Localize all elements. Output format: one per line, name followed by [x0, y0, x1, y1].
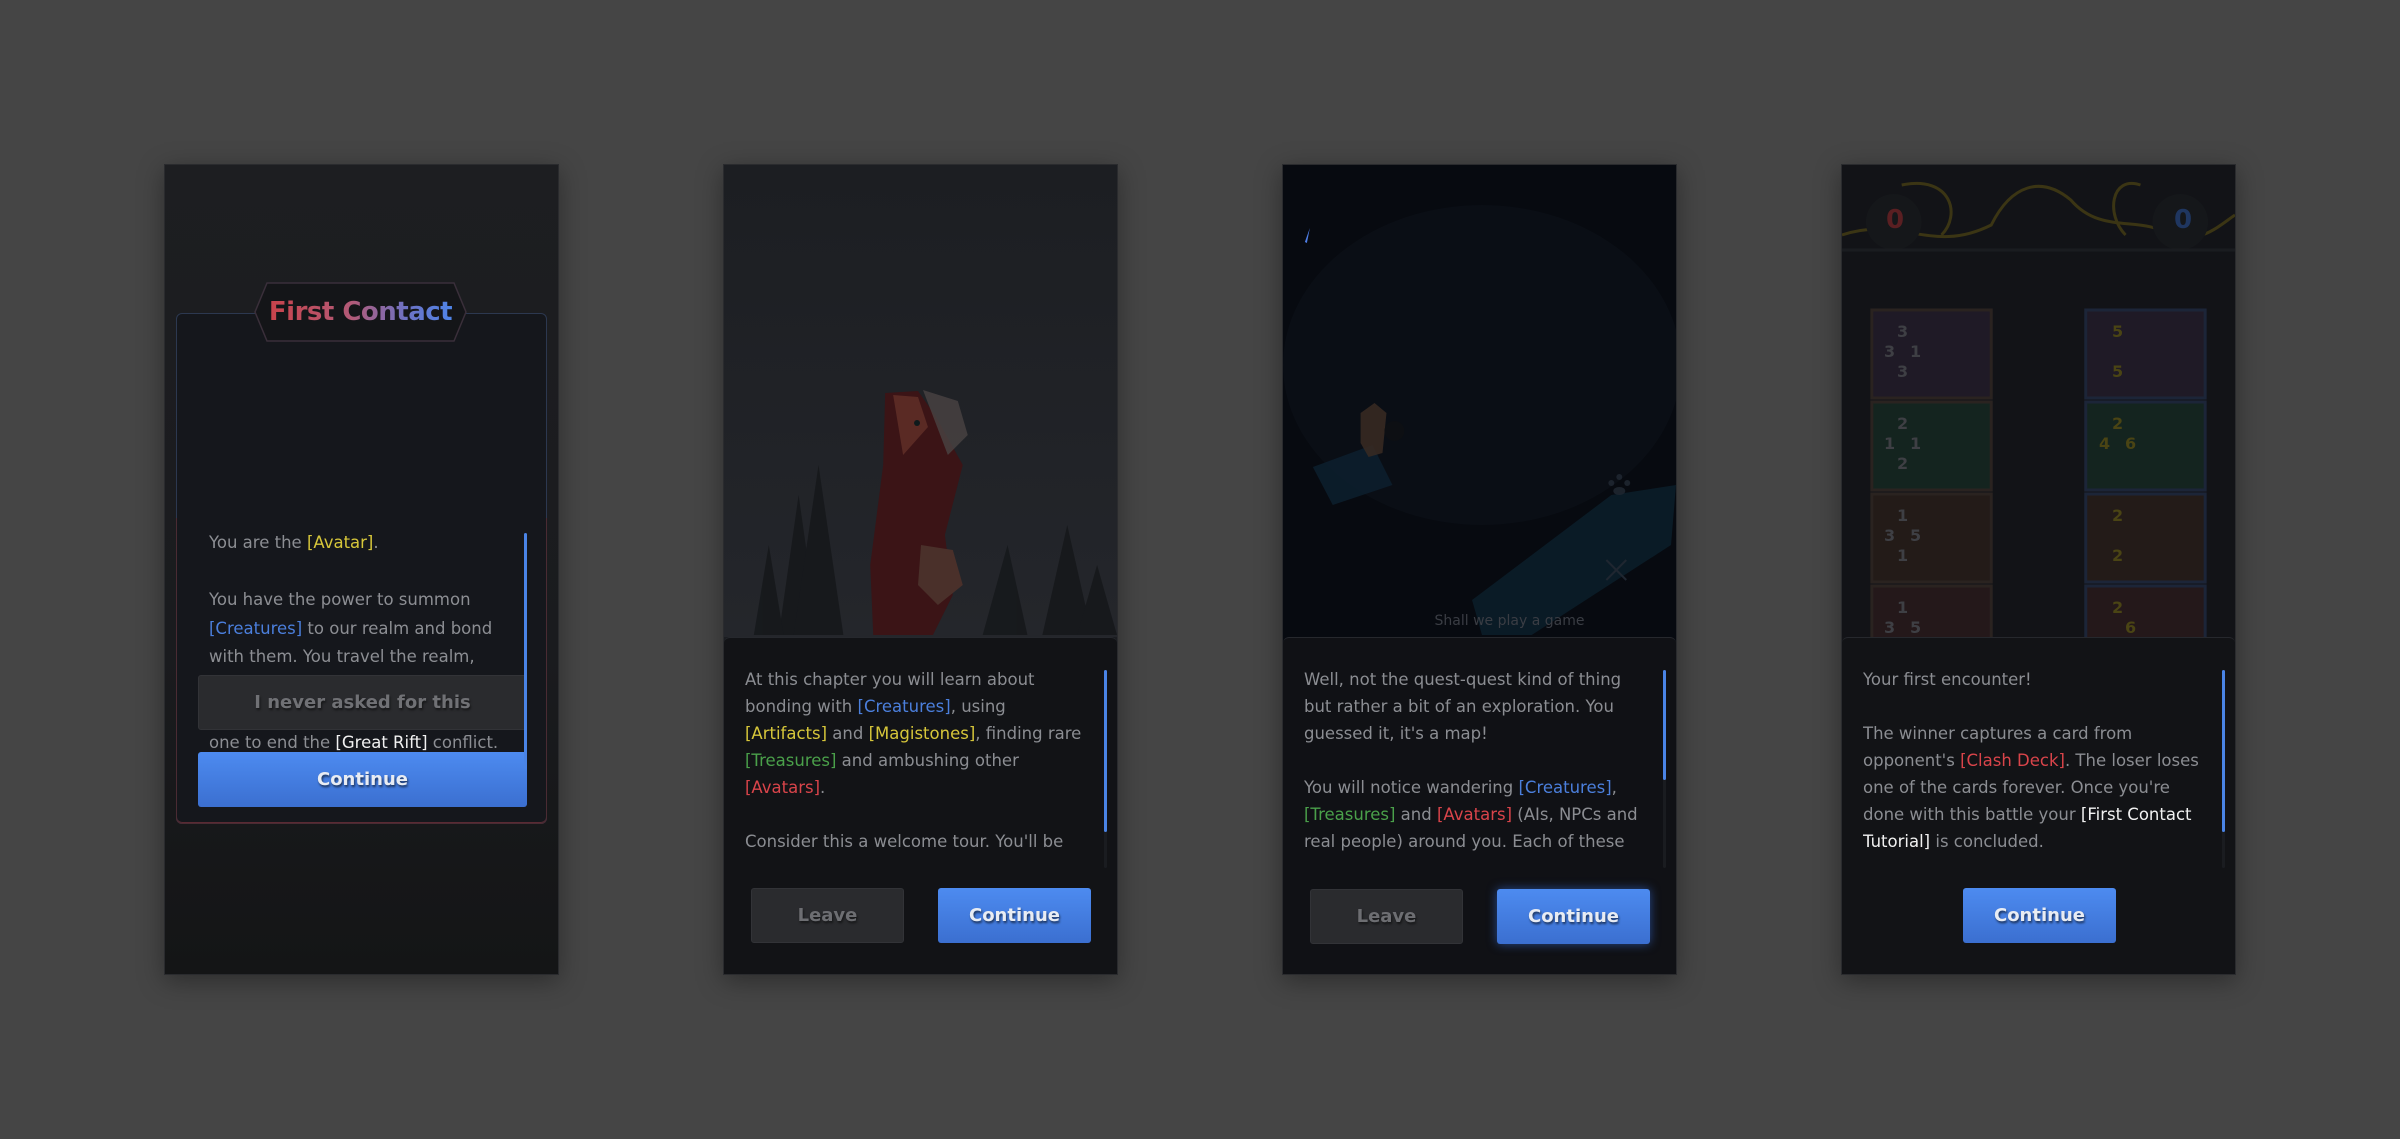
- card-stat-right: 1: [1910, 342, 1922, 361]
- card-stat-left: 3: [1884, 526, 1896, 545]
- right-card[interactable]: [2084, 308, 2207, 400]
- card-stat-bottom: 2: [2112, 546, 2124, 565]
- text-segment: Your first encounter!: [1863, 670, 2032, 689]
- term-link[interactable]: [Creatures]: [209, 619, 302, 638]
- dialog-body[interactable]: Well, not the quest-quest kind of thing …: [1304, 666, 1648, 858]
- right-card[interactable]: [2084, 492, 2207, 584]
- continue-button[interactable]: Continue: [1963, 888, 2116, 943]
- text-segment: conflict.: [427, 732, 499, 752]
- paragraph: Your first encounter!: [1863, 666, 2207, 693]
- score-left: 0: [1886, 205, 1905, 235]
- card-stat-left: 3: [1884, 342, 1896, 361]
- card-stat-right: 6: [2125, 434, 2137, 453]
- text-segment: You have the power to summon: [209, 590, 471, 609]
- continue-button[interactable]: Continue: [1497, 889, 1650, 944]
- card-stat-bottom: 5: [2112, 362, 2124, 381]
- card-stat-top: 2: [2112, 598, 2124, 617]
- scrollbar-thumb[interactable]: [1104, 670, 1107, 832]
- text-segment: and: [1395, 805, 1437, 824]
- card-stat-left: 1: [1884, 434, 1896, 453]
- leave-button[interactable]: Leave: [1310, 889, 1463, 944]
- text-segment: You are the: [209, 533, 307, 552]
- screen-first-encounter: 0 0 331321121351135552462226 Your first …: [1841, 164, 2236, 975]
- card-stat-top: 5: [2112, 322, 2124, 341]
- card-stat-top: 1: [1897, 506, 1909, 525]
- score-right: 0: [2174, 205, 2193, 235]
- card-stat-left: 4: [2099, 434, 2111, 453]
- right-card[interactable]: [2084, 584, 2207, 637]
- map-illustration: [1283, 165, 1676, 637]
- dialog-body[interactable]: At this chapter you will learn about bon…: [745, 666, 1089, 858]
- paragraph: You are the [Avatar].: [209, 529, 510, 558]
- never-asked-button[interactable]: I never asked for this: [198, 675, 527, 730]
- paragraph: You have the power to summon [Creatures]…: [209, 586, 510, 757]
- card-stat-right: 1: [1910, 434, 1922, 453]
- card-stat-top: 1: [1897, 598, 1909, 617]
- text-segment: .: [373, 533, 379, 552]
- screen-map-intro: Prospekt Chekisto Shall we play a game W…: [1282, 164, 1677, 975]
- text-segment: and: [827, 724, 869, 743]
- term-link[interactable]: [Magistones]: [869, 724, 976, 743]
- card-stat-right: 6: [2125, 618, 2137, 637]
- screen-first-contact: First Contact You are the [Avatar]. You h…: [164, 164, 559, 975]
- scrollbar-thumb[interactable]: [1663, 670, 1666, 780]
- dialog-body[interactable]: Your first encounter! The winner captures…: [1863, 666, 2207, 858]
- text-segment: ,: [1611, 778, 1617, 797]
- text-segment: and ambushing other: [836, 751, 1019, 770]
- text-segment: is concluded.: [1930, 832, 2044, 851]
- term-link[interactable]: [Clash Deck]: [1960, 751, 2065, 770]
- continue-button[interactable]: Continue: [938, 888, 1091, 943]
- dialog-scrollbar[interactable]: [1104, 670, 1107, 868]
- paragraph: Well, not the quest-quest kind of thing …: [1304, 666, 1648, 747]
- term-link[interactable]: [Avatars]: [745, 778, 820, 797]
- term-link[interactable]: [Treasures]: [1304, 805, 1395, 824]
- paragraph: You will notice wandering [Creatures], […: [1304, 774, 1648, 855]
- modal-scrollbar[interactable]: [524, 533, 527, 769]
- text-segment: Well, not the quest-quest kind of thing …: [1304, 670, 1622, 743]
- card-stat-left: 3: [1884, 618, 1896, 637]
- term-link[interactable]: [Creatures]: [1518, 778, 1611, 797]
- term-link[interactable]: [Artifacts]: [745, 724, 827, 743]
- screen-chapter-intro: At this chapter you will learn about bon…: [723, 164, 1118, 975]
- text-segment: .: [820, 778, 826, 797]
- dialog-scrollbar[interactable]: [2222, 670, 2225, 868]
- text-segment: , finding rare: [975, 724, 1082, 743]
- text-segment: Consider this a welcome tour. You'll be …: [745, 832, 1064, 851]
- continue-button[interactable]: Continue: [198, 752, 527, 807]
- card-stat-bottom: 2: [1897, 454, 1909, 473]
- card-stat-bottom: 3: [1897, 362, 1909, 381]
- battle-scene: 0 0 331321121351135552462226: [1842, 165, 2235, 637]
- card-stat-right: 5: [1910, 526, 1922, 545]
- text-segment: , using: [950, 697, 1006, 716]
- term-link[interactable]: [Great Rift]: [335, 733, 427, 752]
- card-stat-top: 2: [2112, 414, 2124, 433]
- modal-title: First Contact: [268, 297, 453, 327]
- title-badge: First Contact: [253, 281, 468, 343]
- battle-board: [1842, 165, 2235, 637]
- scene-caption: Shall we play a game: [1434, 613, 1585, 629]
- modal-body[interactable]: You are the [Avatar]. You have the power …: [209, 529, 510, 783]
- card-stat-top: 2: [1897, 414, 1909, 433]
- card-stat-top: 3: [1897, 322, 1909, 341]
- term-link[interactable]: [Avatars]: [1437, 805, 1512, 824]
- horse-illustration: [724, 165, 1117, 637]
- dialog-scrollbar[interactable]: [1663, 670, 1666, 868]
- card-stat-right: 5: [1910, 618, 1922, 637]
- text-segment: You will notice wandering: [1304, 778, 1519, 797]
- paragraph: Consider this a welcome tour. You'll be …: [745, 828, 1089, 858]
- forest-scene: [724, 165, 1117, 637]
- map-scene: Prospekt Chekisto Shall we play a game: [1283, 165, 1676, 637]
- paragraph: The winner captures a card from opponent…: [1863, 720, 2207, 855]
- leave-button[interactable]: Leave: [751, 888, 904, 943]
- term-link[interactable]: [Treasures]: [745, 751, 836, 770]
- scrollbar-thumb[interactable]: [2222, 670, 2225, 832]
- card-stat-top: 2: [2112, 506, 2124, 525]
- paragraph: At this chapter you will learn about bon…: [745, 666, 1089, 801]
- card-stat-bottom: 1: [1897, 546, 1909, 565]
- term-link[interactable]: [Avatar]: [307, 533, 373, 552]
- term-link[interactable]: [Creatures]: [858, 697, 951, 716]
